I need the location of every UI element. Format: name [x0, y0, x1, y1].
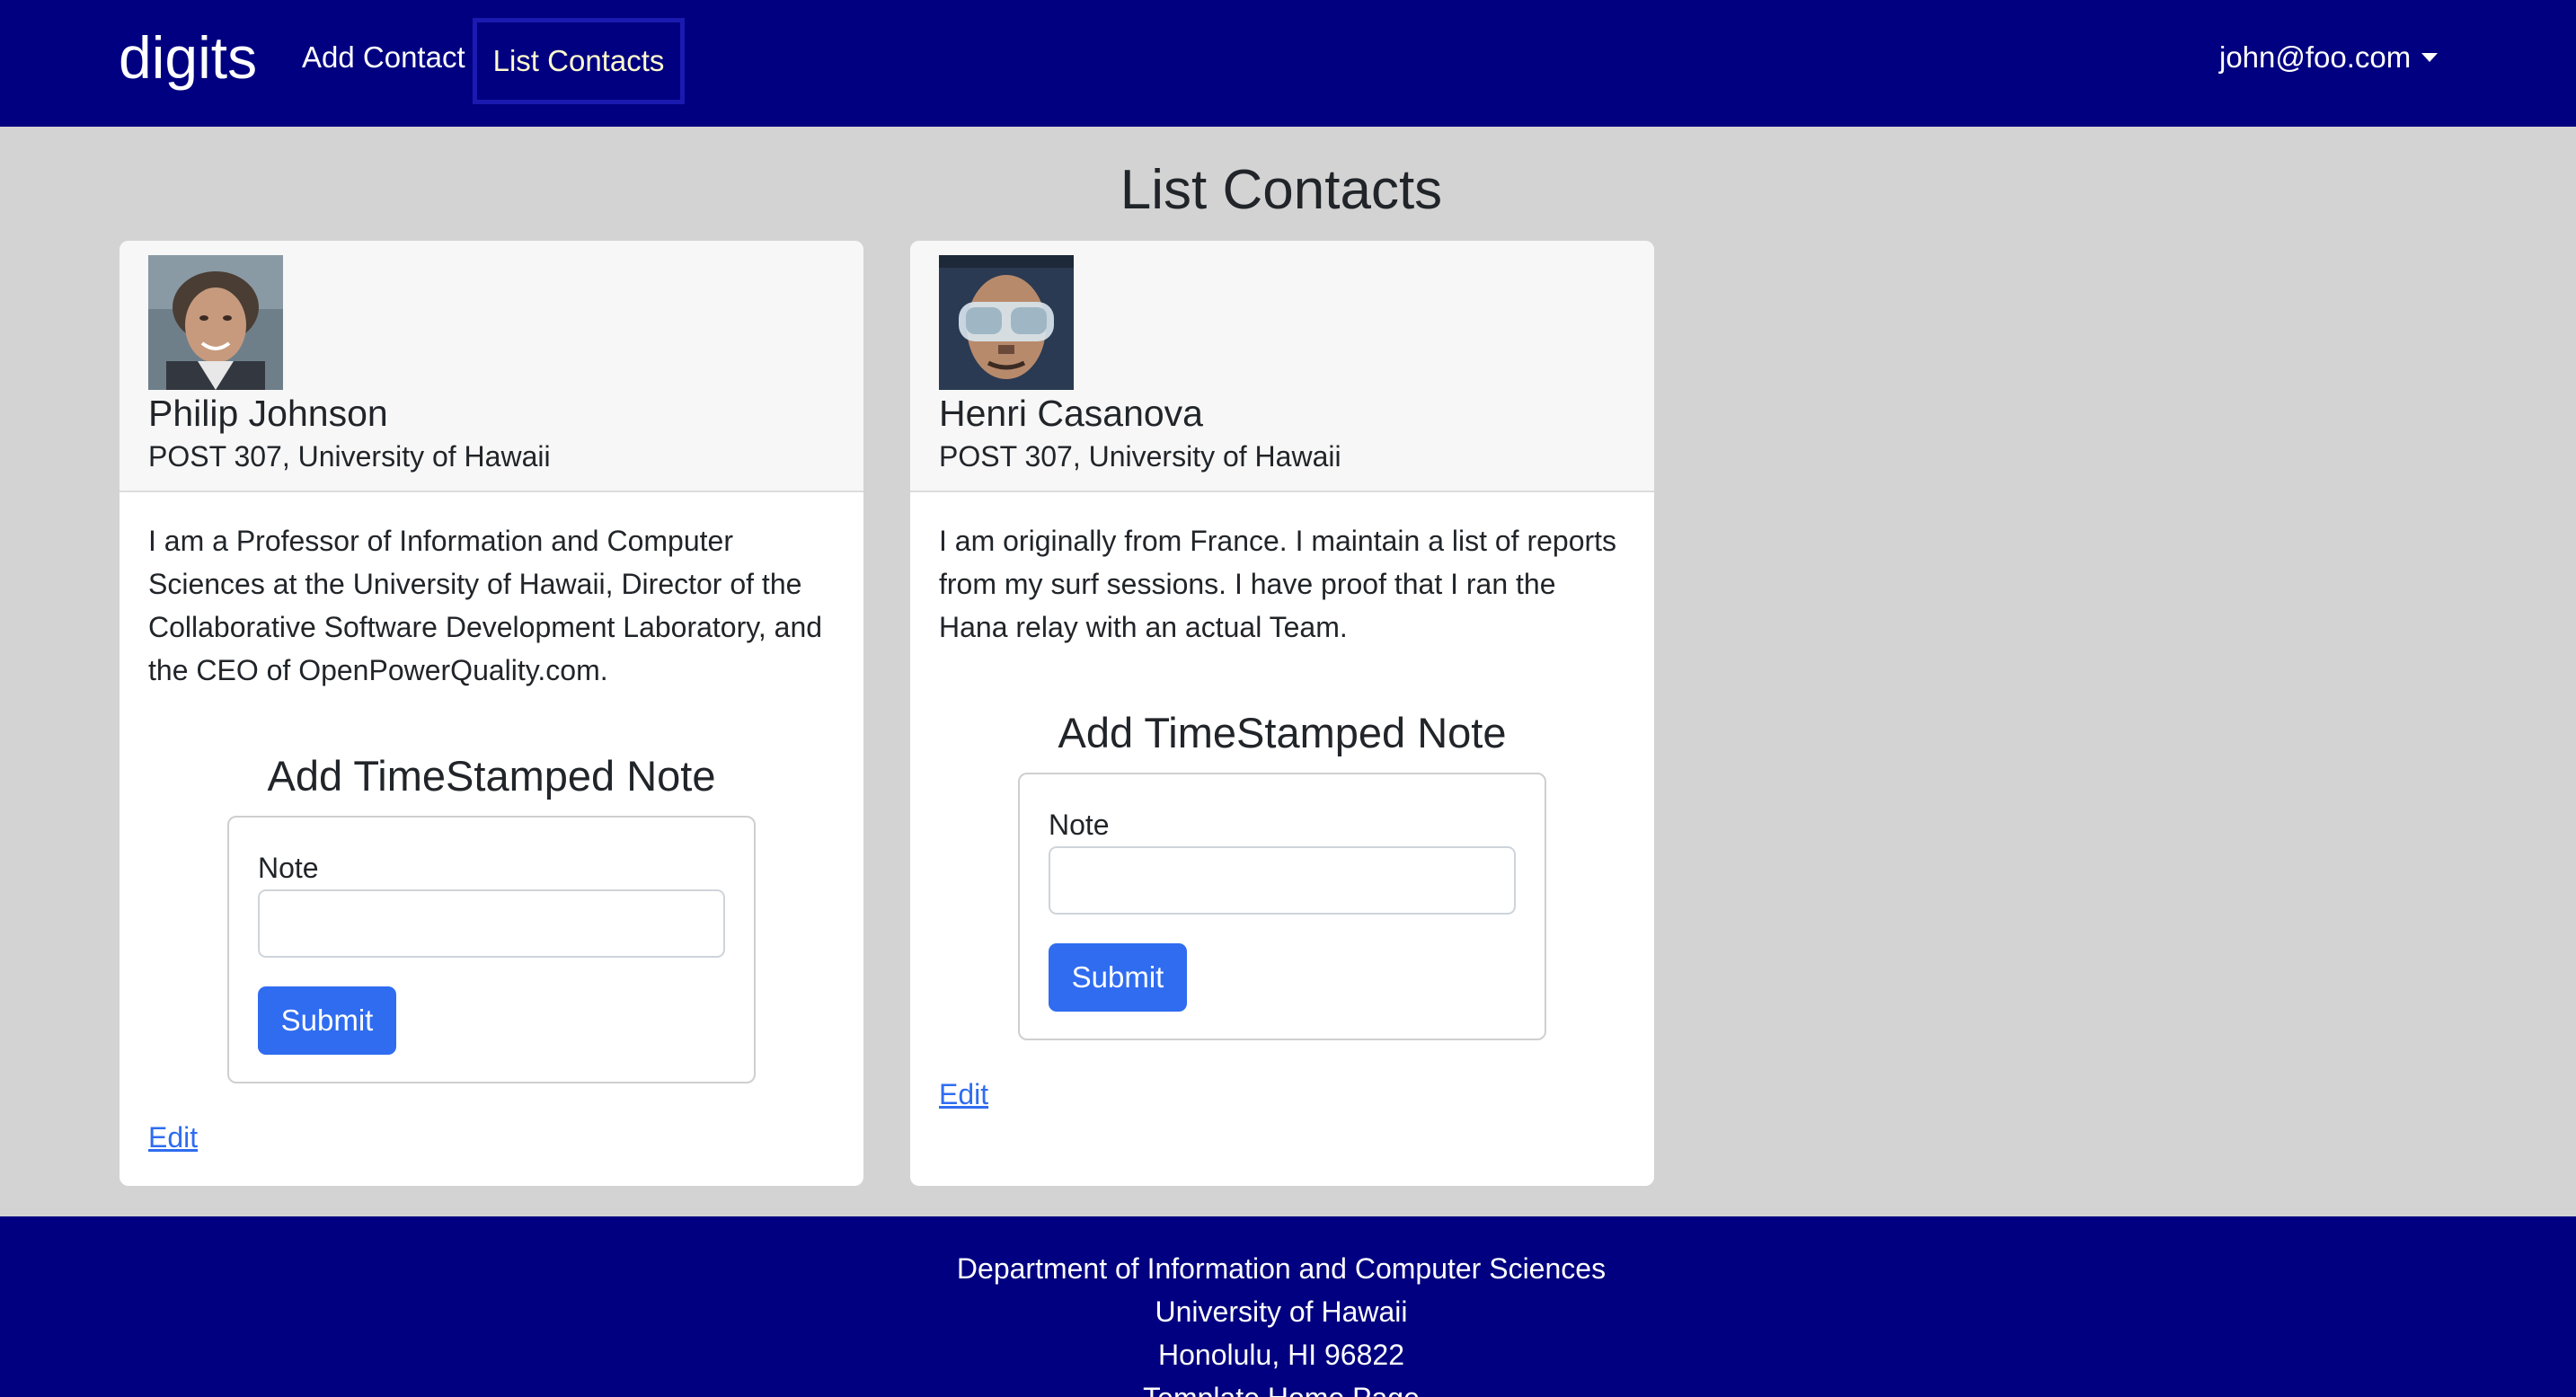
contact-address: POST 307, University of Hawaii: [939, 440, 1341, 473]
note-form-title: Add TimeStamped Note: [267, 752, 716, 800]
footer-template-link[interactable]: Template Home Page: [0, 1376, 2563, 1397]
contact-address: POST 307, University of Hawaii: [148, 440, 551, 473]
contact-description: I am originally from France. I maintain …: [939, 525, 1617, 643]
user-email: john@foo.com: [2219, 40, 2412, 74]
note-form: Note Submit: [227, 816, 756, 1083]
edit-link[interactable]: Edit: [939, 1074, 988, 1114]
nav-add-contact[interactable]: Add Contact: [302, 36, 465, 79]
navbar: digits Add Contact List Contacts john@fo…: [0, 0, 2576, 127]
contact-name: Henri Casanova: [939, 393, 1203, 434]
submit-button[interactable]: Submit: [1049, 943, 1187, 1012]
submit-button[interactable]: Submit: [258, 986, 396, 1055]
footer-address: Honolulu, HI 96822: [1158, 1339, 1404, 1371]
avatar-portrait-image: [148, 255, 283, 390]
note-input[interactable]: [258, 889, 725, 958]
edit-link[interactable]: Edit: [148, 1118, 198, 1157]
contact-description: I am a Professor of Information and Comp…: [148, 525, 823, 686]
note-label: Note: [258, 852, 319, 884]
avatar: [939, 255, 1074, 390]
contact-card: Philip Johnson POST 307, University of H…: [120, 241, 863, 1186]
note-input[interactable]: [1049, 846, 1516, 915]
brand-logo[interactable]: digits: [119, 20, 257, 95]
note-label: Note: [1049, 809, 1110, 841]
footer-department: Department of Information and Computer S…: [956, 1252, 1607, 1285]
note-form-title: Add TimeStamped Note: [1058, 709, 1507, 756]
caret-down-icon: [2421, 53, 2439, 62]
page-title: List Contacts: [1120, 159, 1443, 221]
nav-list-contacts[interactable]: List Contacts: [473, 18, 685, 104]
contact-name: Philip Johnson: [148, 393, 388, 434]
card-header: Henri Casanova POST 307, University of H…: [910, 241, 1654, 492]
card-header: Philip Johnson POST 307, University of H…: [120, 241, 863, 492]
user-dropdown[interactable]: john@foo.com: [2219, 36, 2439, 79]
note-form: Note Submit: [1018, 773, 1546, 1040]
footer-university: University of Hawaii: [1155, 1295, 1408, 1328]
avatar: [148, 255, 283, 390]
avatar-portrait-image: [939, 255, 1074, 390]
footer: Department of Information and Computer S…: [0, 1216, 2576, 1397]
contact-card: Henri Casanova POST 307, University of H…: [910, 241, 1654, 1186]
